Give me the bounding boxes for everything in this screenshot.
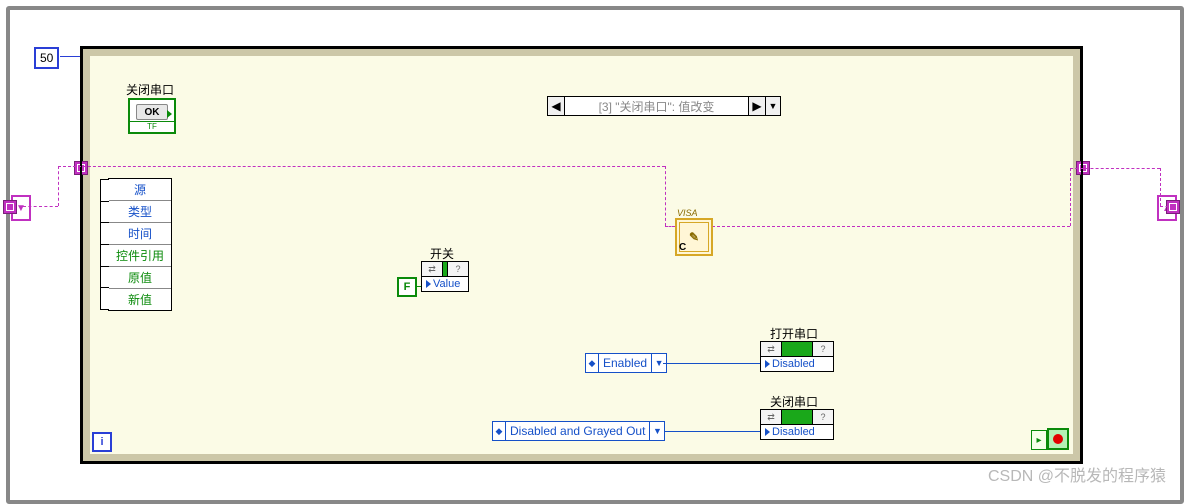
wire-enabled-to-open bbox=[663, 363, 760, 364]
open-serial-prop-value[interactable]: Disabled bbox=[761, 357, 833, 371]
event-field-type[interactable]: 类型 bbox=[109, 201, 171, 223]
wire-visa-in-d bbox=[665, 166, 666, 226]
prop-head-mid3 bbox=[782, 410, 813, 424]
prop-head-mid2 bbox=[782, 342, 813, 356]
wire-visa-out-c bbox=[1070, 168, 1160, 169]
tunnel-left-outer bbox=[3, 200, 17, 214]
switch-property-node[interactable]: ⇄ ? Value bbox=[421, 261, 469, 292]
case-selector[interactable]: ◀ [3] "关闭串口": 值改变 ▶ ▼ bbox=[547, 96, 781, 116]
wait-ms-constant[interactable]: 50 bbox=[34, 47, 59, 69]
stop-bool-tunnel: ▸ bbox=[1031, 430, 1047, 450]
prop-head-r3-icon: ? bbox=[813, 410, 833, 424]
stop-terminal bbox=[1047, 428, 1069, 450]
visa-close-function: VISA ✎ C bbox=[675, 218, 713, 256]
case-dropdown-icon[interactable]: ▼ bbox=[765, 97, 780, 115]
open-serial-property-node[interactable]: ⇄ ? Disabled bbox=[760, 341, 834, 372]
wire-visa-out-b bbox=[1070, 168, 1071, 226]
prop-head-l-icon: ⇄ bbox=[422, 262, 443, 276]
wire-visa-in-c bbox=[58, 166, 665, 167]
close-serial-prop-value[interactable]: Disabled bbox=[761, 425, 833, 439]
event-field-oldval[interactable]: 原值 bbox=[109, 267, 171, 289]
wire-false-to-value bbox=[415, 286, 421, 287]
event-field-newval[interactable]: 新值 bbox=[109, 289, 171, 310]
close-serial2-label: 关闭串口 bbox=[770, 393, 818, 410]
wire-visa-out-a bbox=[712, 226, 1070, 227]
ring-dg-drop-icon[interactable]: ▼ bbox=[649, 422, 664, 440]
prop-head-r-icon: ? bbox=[448, 262, 468, 276]
visa-tag: VISA bbox=[677, 208, 698, 218]
wire-visa-in-b bbox=[58, 166, 59, 206]
prop-head-l2-icon: ⇄ bbox=[761, 342, 782, 356]
iteration-i-glyph: i bbox=[100, 436, 103, 448]
ok-button-face: OK bbox=[136, 104, 168, 120]
wire-visa-in-e bbox=[665, 226, 675, 227]
tunnel-right-outer bbox=[1166, 200, 1180, 214]
tf-label: TF bbox=[130, 121, 174, 131]
ring-enabled[interactable]: ◆ Enabled ▼ bbox=[585, 353, 667, 373]
prop-head-r2-icon: ? bbox=[813, 342, 833, 356]
case-selector-text: [3] "关闭串口": 值改变 bbox=[565, 98, 748, 115]
wait-ms-value: 50 bbox=[40, 51, 53, 65]
wire-visa-out-e bbox=[1160, 206, 1174, 207]
event-field-source[interactable]: 源 bbox=[109, 179, 171, 201]
case-next-icon[interactable]: ▶ bbox=[748, 97, 765, 115]
visa-c-label: C bbox=[679, 242, 686, 253]
ring-enabled-left-icon: ◆ bbox=[586, 354, 599, 372]
wire-visa-in-a bbox=[23, 206, 58, 207]
prop-head-l3-icon: ⇄ bbox=[761, 410, 782, 424]
case-prev-icon[interactable]: ◀ bbox=[548, 97, 565, 115]
switch-label: 开关 bbox=[430, 245, 454, 262]
event-field-time[interactable]: 时间 bbox=[109, 223, 171, 245]
close-serial-button[interactable]: OK TF bbox=[128, 98, 176, 134]
close-serial-property-node[interactable]: ⇄ ? Disabled bbox=[760, 409, 834, 440]
event-structure: ◀ [3] "关闭串口": 值改变 ▶ ▼ 关闭串口 i ▸ bbox=[80, 46, 1083, 464]
wire-dg-to-close bbox=[664, 431, 760, 432]
switch-prop-value[interactable]: Value bbox=[422, 277, 468, 291]
iteration-terminal: i bbox=[92, 432, 112, 452]
false-constant[interactable]: F bbox=[397, 277, 417, 297]
event-data-node: 源 类型 时间 控件引用 原值 新值 bbox=[108, 178, 172, 311]
play-glyph-icon bbox=[167, 110, 172, 118]
ring-dg-text: Disabled and Grayed Out bbox=[506, 424, 649, 438]
loop-tunnel-left bbox=[74, 161, 88, 175]
open-serial-label: 打开串口 bbox=[770, 325, 818, 342]
close-serial-label: 关闭串口 bbox=[126, 81, 174, 98]
ring-disabled-grayed[interactable]: ◆ Disabled and Grayed Out ▼ bbox=[492, 421, 665, 441]
event-field-ctlref[interactable]: 控件引用 bbox=[109, 245, 171, 267]
ring-enabled-text: Enabled bbox=[599, 356, 651, 370]
wire-visa-out-d bbox=[1160, 168, 1161, 206]
ring-dg-left-icon: ◆ bbox=[493, 422, 506, 440]
